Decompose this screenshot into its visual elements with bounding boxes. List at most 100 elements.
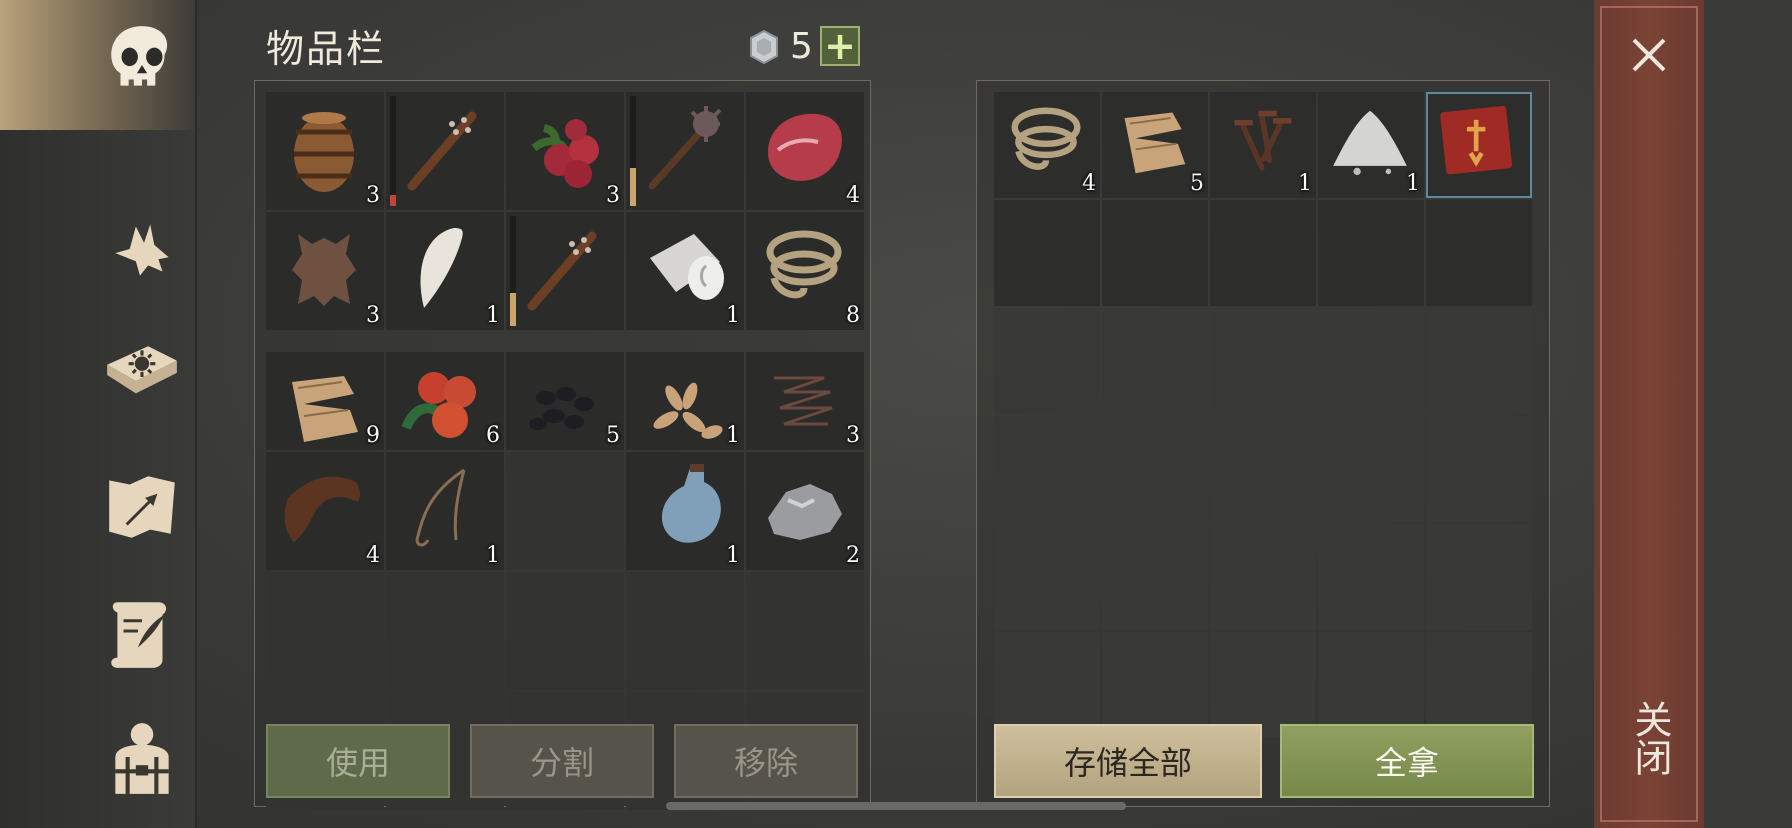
item-quantity: 1 [726,303,740,328]
inventory-slot[interactable] [266,572,384,690]
coin-count: 5 [790,26,813,67]
inventory-slot[interactable]: 3 [746,352,864,450]
sun-book-icon[interactable] [95,330,189,424]
remove-button[interactable]: 移除 [674,724,858,798]
flask-icon [661,464,721,543]
container-slot[interactable] [994,200,1100,306]
inventory-slot[interactable]: 1 [626,452,744,570]
inventory-slot[interactable] [506,212,624,330]
inventory-slot[interactable]: 1 [386,212,504,330]
container-slot[interactable] [1318,416,1424,522]
container-slot[interactable] [1210,632,1316,738]
scroll-indicator[interactable] [666,802,1126,810]
inventory-slot[interactable] [386,92,504,210]
inventory-slot[interactable] [506,452,624,570]
inventory-slot[interactable]: 4 [746,92,864,210]
container-slot[interactable] [1318,200,1424,306]
inventory-slot[interactable]: 8 [746,212,864,330]
container-grid: 4 5 1 1 [994,92,1532,738]
inventory-slot[interactable] [386,572,504,690]
split-button[interactable]: 分割 [470,724,654,798]
container-slot[interactable] [994,632,1100,738]
item-quantity: 8 [846,303,860,328]
use-button[interactable]: 使用 [266,724,450,798]
store-all-button[interactable]: 存储全部 [994,724,1262,798]
take-all-button[interactable]: 全拿 [1280,724,1534,798]
inventory-slot[interactable]: 9 [266,352,384,450]
item-quantity: 4 [1082,171,1096,196]
durability-bar [390,96,396,206]
close-panel[interactable]: 关闭 [1594,0,1704,828]
container-slot[interactable] [1426,524,1532,630]
inventory-slot[interactable]: 1 [386,452,504,570]
inventory-slot[interactable] [746,572,864,690]
container-slot[interactable]: 1 [1210,92,1316,198]
container-slot[interactable] [1102,632,1208,738]
add-coins-button[interactable]: + [820,26,860,66]
mace-icon [648,106,722,190]
skull-icon[interactable] [95,14,189,108]
coin-icon [750,29,778,64]
item-quantity: 1 [1298,171,1312,196]
inventory-slot[interactable]: 3 [506,92,624,210]
item-quantity: 3 [606,183,620,208]
container-slot[interactable] [1426,308,1532,414]
item-quantity: 3 [366,183,380,208]
container-slot[interactable] [1210,200,1316,306]
item-quantity: 4 [366,543,380,568]
inventory-slot[interactable]: 1 [626,212,744,330]
container-slot[interactable]: 1 [1318,92,1424,198]
container-slot[interactable] [1426,200,1532,306]
inventory-slot[interactable]: 4 [266,452,384,570]
container-slot[interactable]: 5 [1102,92,1208,198]
inventory-slot[interactable]: 1 [626,352,744,450]
container-slot[interactable] [994,416,1100,522]
container-slot[interactable] [1102,308,1208,414]
rope-icon [766,230,842,299]
item-quantity: 1 [1406,171,1420,196]
container-slot[interactable] [1210,524,1316,630]
scroll-feather-icon[interactable] [95,584,189,678]
close-label[interactable]: 关闭 [1628,700,1672,776]
inventory-slot[interactable] [626,92,744,210]
fang-icon [420,228,463,308]
item-quantity: 1 [486,303,500,328]
container-slot[interactable] [1318,524,1424,630]
inventory-slot[interactable]: 3 [266,212,384,330]
container-slot[interactable] [1102,200,1208,306]
spiked-club-icon [527,231,597,311]
container-slot[interactable] [1102,416,1208,522]
container-slot[interactable] [1426,92,1532,198]
inventory-grid: 3 3 4 3 1 1 8 9 6 5 1 3 4 1 1 2 [266,92,864,810]
item-quantity: 5 [1190,171,1204,196]
inventory-slot[interactable]: 3 [266,92,384,210]
container-slot[interactable] [1426,632,1532,738]
item-quantity: 5 [606,423,620,448]
container-slot[interactable] [1318,632,1424,738]
container-slot[interactable] [994,524,1100,630]
inventory-slot[interactable] [626,572,744,690]
hammer-map-icon[interactable] [95,458,189,552]
close-icon[interactable] [1624,30,1674,80]
container-slot[interactable]: 4 [994,92,1100,198]
container-slot[interactable] [1210,416,1316,522]
container-slot[interactable] [1426,416,1532,522]
item-quantity: 6 [486,423,500,448]
character-gear-icon[interactable] [95,710,189,804]
coal-icon [529,387,594,430]
container-slot[interactable] [1210,308,1316,414]
container-slot[interactable] [1102,524,1208,630]
container-slot[interactable] [994,308,1100,414]
container-slot[interactable] [1318,308,1424,414]
leather-icon [284,476,360,542]
inventory-slot[interactable] [506,572,624,690]
powder-icon [1333,110,1407,176]
inventory-slot[interactable]: 6 [386,352,504,450]
inventory-slot[interactable]: 2 [746,452,864,570]
wolf-icon[interactable] [95,202,189,296]
red-book-icon [1440,105,1513,175]
animal-hide-icon [292,234,356,306]
nails-icon [1234,110,1292,171]
rope-icon [1011,107,1081,170]
inventory-slot[interactable]: 5 [506,352,624,450]
